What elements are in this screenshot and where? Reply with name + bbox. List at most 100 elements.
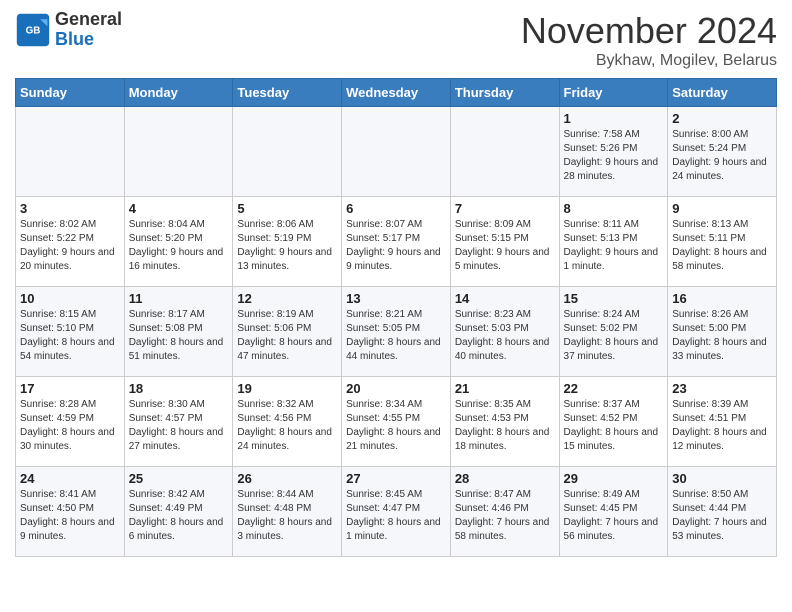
day-info: Sunrise: 8:45 AM Sunset: 4:47 PM Dayligh…	[346, 488, 446, 544]
calendar-cell	[16, 107, 125, 197]
calendar-cell: 10 Sunrise: 8:15 AM Sunset: 5:10 PM Dayli…	[16, 287, 125, 377]
logo-line2: Blue	[55, 30, 122, 50]
weekday-header-row: SundayMondayTuesdayWednesdayThursdayFrid…	[16, 79, 777, 107]
weekday-header-cell: Wednesday	[342, 79, 451, 107]
day-number: 8	[564, 201, 664, 216]
day-info: Sunrise: 8:47 AM Sunset: 4:46 PM Dayligh…	[455, 488, 555, 544]
day-number: 16	[672, 291, 772, 306]
calendar-cell: 24Sunrise: 8:41 AM Sunset: 4:50 PM Dayli…	[16, 467, 125, 557]
location: Bykhaw, Mogilev, Belarus	[521, 52, 777, 70]
day-number: 15	[564, 291, 664, 306]
calendar-week-row: 17 Sunrise: 8:28 AM Sunset: 4:59 PM Dayli…	[16, 377, 777, 467]
logo-icon: GB	[15, 12, 51, 48]
day-number: 22	[564, 381, 664, 396]
day-number: 25	[129, 471, 229, 486]
weekday-header-cell: Saturday	[668, 79, 777, 107]
calendar-cell: 13 Sunrise: 8:21 AM Sunset: 5:05 PM Dayli…	[342, 287, 451, 377]
day-info: Sunrise: 8:44 AM Sunset: 4:48 PM Dayligh…	[237, 488, 337, 544]
day-info: Sunrise: 8:26 AM Sunset: 5:00 PM Dayligh…	[672, 308, 772, 364]
day-number: 3	[20, 201, 120, 216]
weekday-header-cell: Friday	[559, 79, 668, 107]
calendar-cell: 1Sunrise: 7:58 AM Sunset: 5:26 PM Daylig…	[559, 107, 668, 197]
calendar-body: 1Sunrise: 7:58 AM Sunset: 5:26 PM Daylig…	[16, 107, 777, 557]
day-number: 4	[129, 201, 229, 216]
logo: GB General Blue	[15, 10, 122, 50]
calendar-cell: 30Sunrise: 8:50 AM Sunset: 4:44 PM Dayli…	[668, 467, 777, 557]
calendar-cell: 18Sunrise: 8:30 AM Sunset: 4:57 PM Dayli…	[124, 377, 233, 467]
calendar-cell: 4 Sunrise: 8:04 AM Sunset: 5:20 PM Daylig…	[124, 197, 233, 287]
calendar-week-row: 1Sunrise: 7:58 AM Sunset: 5:26 PM Daylig…	[16, 107, 777, 197]
calendar-cell: 23 Sunrise: 8:39 AM Sunset: 4:51 PM Dayli…	[668, 377, 777, 467]
day-info: Sunrise: 8:28 AM Sunset: 4:59 PM Dayligh…	[20, 398, 120, 454]
day-number: 13	[346, 291, 446, 306]
weekday-header-cell: Monday	[124, 79, 233, 107]
day-info: Sunrise: 8:49 AM Sunset: 4:45 PM Dayligh…	[564, 488, 664, 544]
day-info: Sunrise: 8:39 AM Sunset: 4:51 PM Dayligh…	[672, 398, 772, 454]
day-number: 21	[455, 381, 555, 396]
day-number: 14	[455, 291, 555, 306]
calendar-cell: 17 Sunrise: 8:28 AM Sunset: 4:59 PM Dayli…	[16, 377, 125, 467]
calendar-week-row: 3 Sunrise: 8:02 AM Sunset: 5:22 PM Daylig…	[16, 197, 777, 287]
calendar-cell: 29 Sunrise: 8:49 AM Sunset: 4:45 PM Dayli…	[559, 467, 668, 557]
day-number: 26	[237, 471, 337, 486]
day-info: Sunrise: 8:00 AM Sunset: 5:24 PM Dayligh…	[672, 128, 772, 184]
day-number: 29	[564, 471, 664, 486]
calendar-cell: 9 Sunrise: 8:13 AM Sunset: 5:11 PM Daylig…	[668, 197, 777, 287]
calendar-cell	[233, 107, 342, 197]
day-number: 19	[237, 381, 337, 396]
weekday-header-cell: Thursday	[450, 79, 559, 107]
day-number: 17	[20, 381, 120, 396]
day-info: Sunrise: 8:02 AM Sunset: 5:22 PM Dayligh…	[20, 218, 120, 274]
day-info: Sunrise: 8:24 AM Sunset: 5:02 PM Dayligh…	[564, 308, 664, 364]
day-number: 10	[20, 291, 120, 306]
day-number: 12	[237, 291, 337, 306]
calendar-cell: 25 Sunrise: 8:42 AM Sunset: 4:49 PM Dayli…	[124, 467, 233, 557]
day-number: 18	[129, 381, 229, 396]
day-info: Sunrise: 8:35 AM Sunset: 4:53 PM Dayligh…	[455, 398, 555, 454]
day-info: Sunrise: 8:19 AM Sunset: 5:06 PM Dayligh…	[237, 308, 337, 364]
day-info: Sunrise: 8:42 AM Sunset: 4:49 PM Dayligh…	[129, 488, 229, 544]
day-info: Sunrise: 8:23 AM Sunset: 5:03 PM Dayligh…	[455, 308, 555, 364]
day-info: Sunrise: 8:34 AM Sunset: 4:55 PM Dayligh…	[346, 398, 446, 454]
page-container: GB General Blue November 2024 Bykhaw, Mo…	[0, 0, 792, 567]
day-number: 23	[672, 381, 772, 396]
calendar-cell: 3 Sunrise: 8:02 AM Sunset: 5:22 PM Daylig…	[16, 197, 125, 287]
weekday-header-cell: Sunday	[16, 79, 125, 107]
calendar-cell: 2Sunrise: 8:00 AM Sunset: 5:24 PM Daylig…	[668, 107, 777, 197]
calendar-cell	[342, 107, 451, 197]
day-info: Sunrise: 8:32 AM Sunset: 4:56 PM Dayligh…	[237, 398, 337, 454]
day-number: 27	[346, 471, 446, 486]
calendar-cell: 14 Sunrise: 8:23 AM Sunset: 5:03 PM Dayli…	[450, 287, 559, 377]
day-info: Sunrise: 8:21 AM Sunset: 5:05 PM Dayligh…	[346, 308, 446, 364]
svg-text:GB: GB	[26, 25, 41, 36]
calendar-cell: 20Sunrise: 8:34 AM Sunset: 4:55 PM Dayli…	[342, 377, 451, 467]
calendar-cell: 27 Sunrise: 8:45 AM Sunset: 4:47 PM Dayli…	[342, 467, 451, 557]
day-info: Sunrise: 8:06 AM Sunset: 5:19 PM Dayligh…	[237, 218, 337, 274]
calendar-cell: 8Sunrise: 8:11 AM Sunset: 5:13 PM Daylig…	[559, 197, 668, 287]
day-info: Sunrise: 7:58 AM Sunset: 5:26 PM Dayligh…	[564, 128, 664, 184]
day-info: Sunrise: 8:13 AM Sunset: 5:11 PM Dayligh…	[672, 218, 772, 274]
calendar-cell: 11Sunrise: 8:17 AM Sunset: 5:08 PM Dayli…	[124, 287, 233, 377]
day-info: Sunrise: 8:15 AM Sunset: 5:10 PM Dayligh…	[20, 308, 120, 364]
day-info: Sunrise: 8:41 AM Sunset: 4:50 PM Dayligh…	[20, 488, 120, 544]
day-number: 11	[129, 291, 229, 306]
day-info: Sunrise: 8:04 AM Sunset: 5:20 PM Dayligh…	[129, 218, 229, 274]
weekday-header-cell: Tuesday	[233, 79, 342, 107]
calendar-cell: 12 Sunrise: 8:19 AM Sunset: 5:06 PM Dayli…	[233, 287, 342, 377]
calendar-cell: 22 Sunrise: 8:37 AM Sunset: 4:52 PM Dayli…	[559, 377, 668, 467]
day-number: 5	[237, 201, 337, 216]
calendar-cell: 26 Sunrise: 8:44 AM Sunset: 4:48 PM Dayli…	[233, 467, 342, 557]
day-number: 9	[672, 201, 772, 216]
calendar-cell: 15 Sunrise: 8:24 AM Sunset: 5:02 PM Dayli…	[559, 287, 668, 377]
logo-line1: General	[55, 10, 122, 30]
calendar-cell: 5 Sunrise: 8:06 AM Sunset: 5:19 PM Daylig…	[233, 197, 342, 287]
calendar-cell	[450, 107, 559, 197]
calendar-cell: 19 Sunrise: 8:32 AM Sunset: 4:56 PM Dayli…	[233, 377, 342, 467]
day-info: Sunrise: 8:09 AM Sunset: 5:15 PM Dayligh…	[455, 218, 555, 274]
day-number: 6	[346, 201, 446, 216]
day-info: Sunrise: 8:37 AM Sunset: 4:52 PM Dayligh…	[564, 398, 664, 454]
day-number: 28	[455, 471, 555, 486]
title-block: November 2024 Bykhaw, Mogilev, Belarus	[521, 10, 777, 70]
header: GB General Blue November 2024 Bykhaw, Mo…	[15, 10, 777, 70]
day-info: Sunrise: 8:50 AM Sunset: 4:44 PM Dayligh…	[672, 488, 772, 544]
